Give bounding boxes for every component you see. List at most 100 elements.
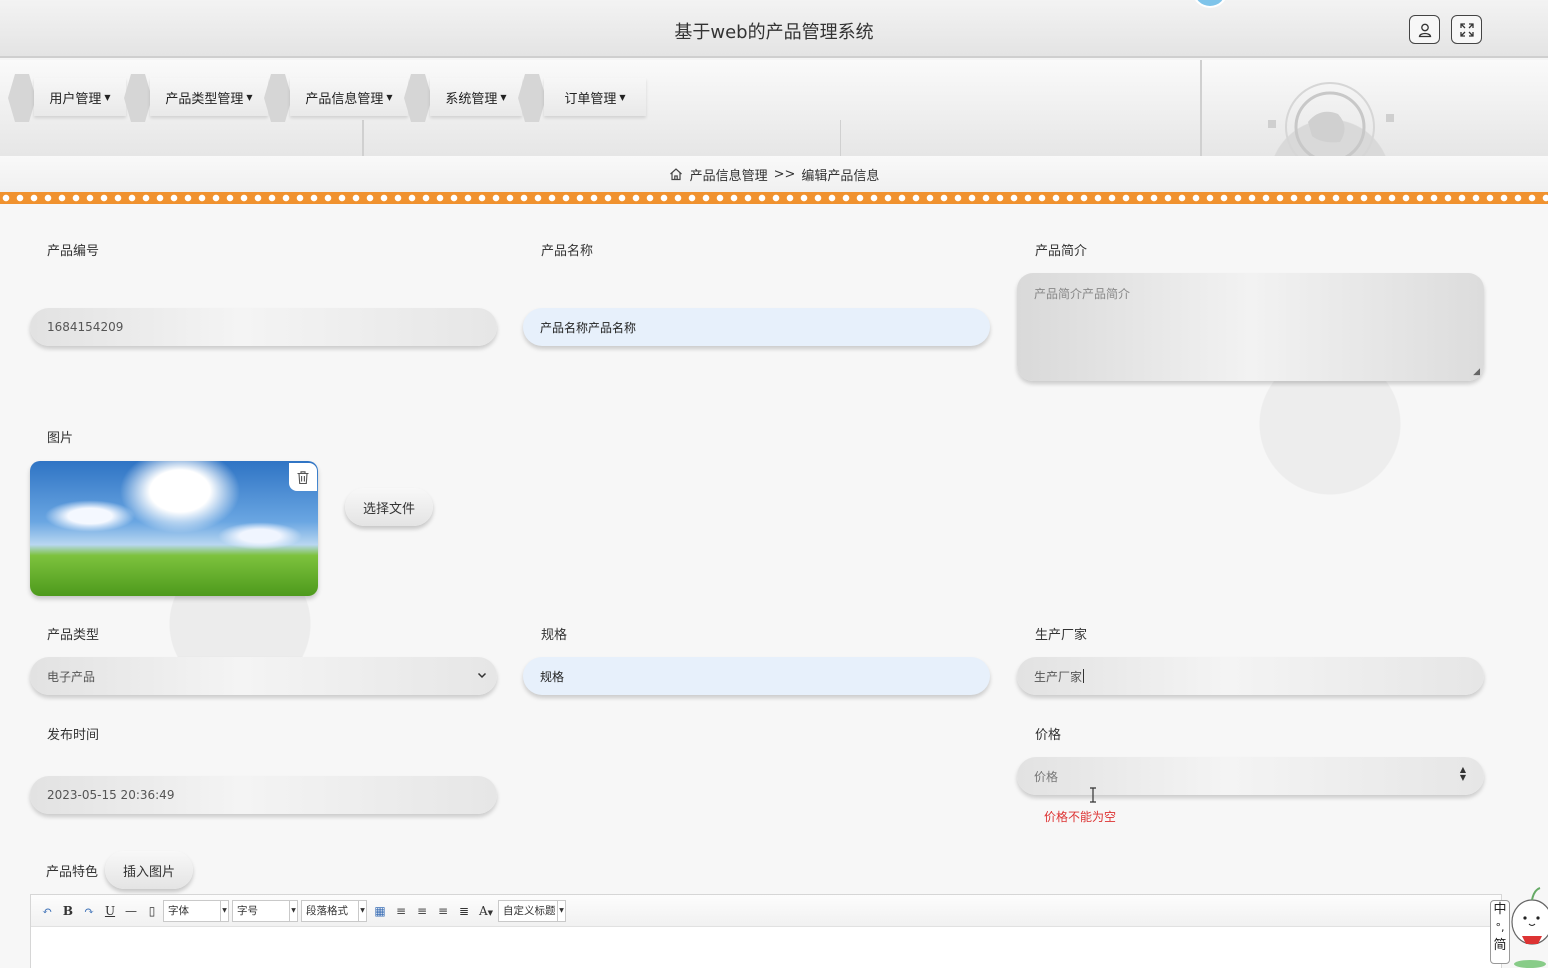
mascot-icon (1511, 887, 1548, 968)
product-no-field[interactable]: 1684154209 (30, 308, 497, 346)
caret-down-icon: ▼ (619, 92, 626, 102)
font-size-label: 字号 (237, 905, 258, 917)
align-right-icon[interactable]: ≡ (412, 904, 432, 918)
font-family-combo[interactable]: 字体 ▼ (163, 899, 229, 922)
user-button[interactable] (1409, 15, 1440, 44)
decorative-line (1200, 60, 1202, 156)
custom-title-combo[interactable]: 自定义标题 ▼ (498, 899, 566, 922)
custom-title-label: 自定义标题 (503, 905, 556, 917)
product-type-select[interactable]: 电子产品 (30, 657, 497, 695)
image-label: 图片 (47, 431, 74, 446)
chevron-down-icon (477, 672, 487, 679)
underline-button[interactable]: U (100, 904, 120, 918)
text-cursor-icon (1090, 787, 1096, 803)
product-image-preview (30, 461, 318, 596)
breadcrumb: 产品信息管理 >> 编辑产品信息 (0, 156, 1548, 192)
nav-item-label: 系统管理 (445, 91, 498, 107)
horizontal-rule-icon[interactable]: — (121, 904, 141, 918)
fullscreen-button[interactable] (1451, 15, 1482, 44)
dropdown-arrow-icon: ▼ (358, 900, 366, 921)
ime-language-label: 中 (1493, 902, 1507, 917)
decorative-line (840, 120, 841, 156)
resize-grip-icon[interactable]: ◢ (1473, 367, 1480, 377)
nav-divider-hex (264, 74, 292, 122)
nav-system-management[interactable]: 系统管理 ▼ (430, 78, 522, 116)
caret-down-icon: ▼ (104, 92, 111, 102)
blank-page-icon[interactable]: ▯ (142, 904, 162, 918)
number-spinner[interactable]: ▲ ▼ (1460, 766, 1466, 782)
insert-image-button[interactable]: 插入图片 (105, 851, 193, 889)
product-intro-textarea[interactable]: 产品简介产品简介 ◢ (1017, 273, 1484, 381)
ime-status-bar[interactable]: 中 °, 简 (1490, 900, 1510, 964)
user-icon (1418, 23, 1431, 37)
edit-product-form: 产品编号 产品名称 产品简介 1684154209 产品名称产品名称 产品简介产… (0, 204, 1548, 968)
caret-down-icon: ▼ (500, 92, 507, 102)
product-intro-value: 产品简介产品简介 (1034, 287, 1131, 301)
nav-product-type-management[interactable]: 产品类型管理 ▼ (150, 78, 268, 116)
align-justify-icon[interactable]: ≣ (454, 904, 474, 918)
decorative-line (362, 120, 364, 156)
paragraph-format-label: 段落格式 (306, 905, 348, 917)
nav-user-management[interactable]: 用户管理 ▼ (34, 78, 126, 116)
nav-item-label: 产品类型管理 (165, 91, 244, 107)
app-title: 基于web的产品管理系统 (674, 22, 874, 43)
align-center-icon[interactable]: ≡ (433, 904, 453, 918)
font-size-combo[interactable]: 字号 ▼ (232, 899, 298, 922)
manufacturer-label: 生产厂家 (1035, 628, 1088, 643)
bold-button[interactable]: B (58, 904, 78, 918)
caret-down-icon: ▼ (487, 908, 494, 917)
nav-product-info-management[interactable]: 产品信息管理 ▼ (290, 78, 408, 116)
price-error-message: 价格不能为空 (1044, 810, 1117, 824)
fullscreen-icon (1459, 22, 1474, 37)
publish-time-field[interactable]: 2023-05-15 20:36:49 (30, 776, 497, 814)
align-left-icon[interactable]: ≡ (391, 904, 411, 918)
paragraph-format-combo[interactable]: 段落格式 ▼ (301, 899, 367, 922)
undo-icon[interactable]: ↶ (37, 904, 57, 918)
breadcrumb-current: 编辑产品信息 (801, 168, 880, 184)
nav-divider-hex (8, 74, 36, 122)
nav-divider-hex (404, 74, 432, 122)
delete-image-button[interactable] (289, 463, 317, 491)
choose-file-button[interactable]: 选择文件 (345, 488, 433, 526)
breadcrumb-separator: >> (773, 166, 796, 182)
spec-value: 规格 (540, 669, 565, 684)
product-name-label: 产品名称 (541, 244, 594, 259)
product-type-label: 产品类型 (47, 628, 100, 643)
dropdown-arrow-icon: ▼ (557, 900, 565, 921)
product-intro-label: 产品简介 (1035, 244, 1088, 259)
font-color-label: A (478, 903, 488, 918)
dropdown-arrow-icon: ▼ (289, 900, 297, 921)
font-color-button[interactable]: A▼ (475, 904, 497, 918)
top-header: 基于web的产品管理系统 (0, 0, 1548, 58)
product-type-value: 电子产品 (47, 669, 96, 684)
spec-field[interactable]: 规格 (523, 657, 990, 695)
product-name-field[interactable]: 产品名称产品名称 (523, 308, 990, 346)
globe-icon (1268, 82, 1394, 156)
home-icon[interactable] (669, 167, 683, 181)
nav-order-management[interactable]: 订单管理 ▼ (544, 78, 646, 116)
price-field[interactable]: 价格 ▲ ▼ (1017, 757, 1484, 795)
product-no-label: 产品编号 (47, 244, 100, 259)
manufacturer-value: 生产厂家 (1034, 669, 1083, 684)
redo-icon[interactable]: ↷ (79, 904, 99, 918)
nav-banner: 用户管理 ▼ 产品类型管理 ▼ 产品信息管理 ▼ 系统管理 ▼ 订单管理 ▼ (0, 60, 1548, 156)
text-cursor (1083, 669, 1085, 683)
caret-down-icon: ▼ (386, 92, 393, 102)
ime-mode-label: 简 (1493, 938, 1507, 953)
nav-item-label: 订单管理 (564, 91, 617, 107)
editor-toolbar: ↶ B ↷ U — ▯ 字体 ▼ 字号 ▼ 段落格式 ▼ ▦ ≡ ≡ ≡ ≣ A… (31, 895, 1501, 927)
nav-divider-hex (124, 74, 152, 122)
table-icon[interactable]: ▦ (370, 904, 390, 918)
price-placeholder: 价格 (1034, 769, 1059, 784)
manufacturer-field[interactable]: 生产厂家 (1017, 657, 1484, 695)
trash-icon (297, 470, 309, 484)
breadcrumb-section[interactable]: 产品信息管理 (690, 165, 768, 184)
rich-text-editor[interactable]: ↶ B ↷ U — ▯ 字体 ▼ 字号 ▼ 段落格式 ▼ ▦ ≡ ≡ ≡ ≣ A… (30, 894, 1502, 968)
price-label: 价格 (1035, 728, 1062, 743)
nav-item-label: 产品信息管理 (305, 91, 384, 107)
product-no-value: 1684154209 (47, 320, 124, 334)
ime-mascot-widget[interactable]: 中 °, 简 (1490, 880, 1548, 968)
features-label: 产品特色 (46, 865, 99, 880)
publish-time-value: 2023-05-15 20:36:49 (47, 788, 175, 802)
publish-time-label: 发布时间 (47, 728, 100, 743)
